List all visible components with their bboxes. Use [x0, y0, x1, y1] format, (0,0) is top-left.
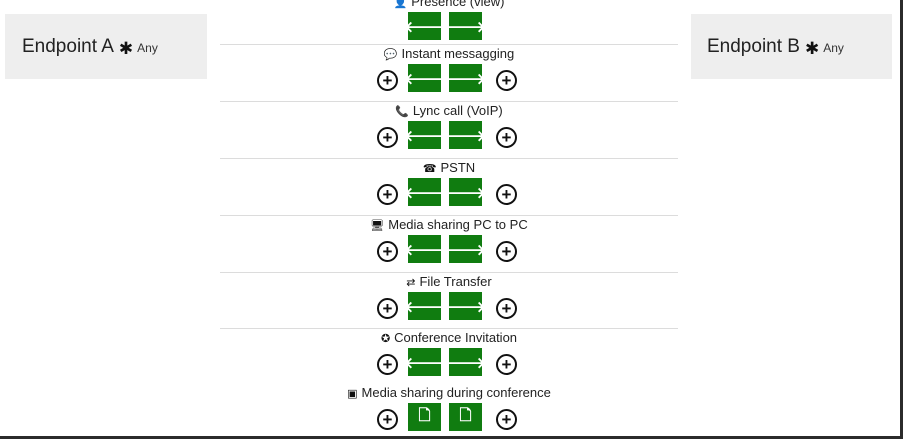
modality-title: 🖥 Media sharing PC to PC — [220, 217, 678, 232]
arrow-left-button[interactable]: 🡐 — [404, 235, 445, 263]
add-endpoint-b-icon[interactable]: + — [496, 70, 517, 91]
arrow-left-button[interactable]: 🡐 — [404, 121, 445, 149]
conference-icon: ✪ — [380, 333, 391, 345]
arrow-left-button[interactable]: 🡐 — [404, 178, 445, 206]
add-endpoint-b-icon[interactable]: + — [496, 127, 517, 148]
arrow-right-button[interactable]: 🡒 — [445, 348, 486, 376]
chat-bubble-icon: 💬 — [383, 49, 398, 61]
add-endpoint-b-icon[interactable]: + — [496, 241, 517, 262]
person-icon: 👤 — [393, 0, 408, 9]
add-endpoint-b-icon[interactable]: + — [496, 298, 517, 319]
endpoint-b-panel: Endpoint B ✱ Any — [691, 14, 892, 79]
endpoint-b-title: Endpoint B — [707, 35, 800, 57]
modality-row-instant-messagging: 💬 Instant messagging 🡐 🡒 + + — [220, 46, 678, 101]
document-right-button[interactable]: 🗋 — [449, 403, 482, 431]
add-endpoint-b-icon[interactable]: + — [496, 184, 517, 205]
modality-title: ⇄ File Transfer — [220, 274, 678, 289]
monitor-icon: 🖥 — [370, 220, 385, 232]
add-endpoint-a-icon[interactable]: + — [377, 409, 398, 430]
row-separator — [220, 101, 678, 102]
modality-label: Presence (view) — [411, 0, 505, 9]
arrow-right-button[interactable]: 🡒 — [445, 121, 486, 149]
modality-row-media-sharing-pc-to-pc: 🖥 Media sharing PC to PC 🡐 🡒 + + — [220, 217, 678, 272]
add-endpoint-b-icon[interactable]: + — [496, 409, 517, 430]
modality-label: Media sharing during conference — [361, 385, 551, 400]
add-endpoint-b-icon[interactable]: + — [496, 354, 517, 375]
modality-title: ✪ Conference Invitation — [220, 330, 678, 345]
row-separator — [220, 158, 678, 159]
add-endpoint-a-icon[interactable]: + — [377, 184, 398, 205]
modality-title: 👤 Presence (view) — [220, 0, 678, 9]
modality-label: Lync call (VoIP) — [412, 103, 503, 118]
modality-row-presence-view: 👤 Presence (view) 🡐 🡒 — [220, 0, 678, 49]
modality-title: 📞 Lync call (VoIP) — [220, 103, 678, 118]
arrow-right-button[interactable]: 🡒 — [445, 235, 486, 263]
transfer-icon: ⇄ — [406, 277, 416, 289]
modality-title: 💬 Instant messagging — [220, 46, 678, 61]
endpoint-a-panel: Endpoint A ✱ Any — [5, 14, 207, 79]
arrow-right-button[interactable]: 🡒 — [445, 292, 486, 320]
modality-row-pstn: ☎ PSTN 🡐 🡒 + + — [220, 160, 678, 215]
modality-label: Media sharing PC to PC — [388, 217, 528, 232]
add-endpoint-a-icon[interactable]: + — [377, 70, 398, 91]
modality-row-media-sharing-during-conference: ▣ Media sharing during conference 🗋 🗋 + + — [220, 385, 678, 440]
row-separator — [220, 272, 678, 273]
arrow-left-button[interactable]: 🡐 — [404, 348, 445, 376]
modality-row-lync-call-voip: 📞 Lync call (VoIP) 🡐 🡒 + + — [220, 103, 678, 158]
modality-label: Instant messagging — [401, 46, 515, 61]
arrow-right-button[interactable]: 🡒 — [445, 64, 486, 92]
add-endpoint-a-icon[interactable]: + — [377, 298, 398, 319]
asterisk-icon: ✱ — [804, 38, 820, 58]
modality-label: Conference Invitation — [394, 330, 518, 345]
arrow-left-button[interactable]: 🡐 — [404, 292, 445, 320]
arrow-right-button[interactable]: 🡒 — [445, 12, 486, 40]
endpoint-b-subtitle: Any — [823, 40, 844, 55]
phone-network-icon: ☎ — [422, 163, 437, 175]
arrow-left-button[interactable]: 🡐 — [404, 12, 445, 40]
modality-label: PSTN — [440, 160, 476, 175]
add-endpoint-a-icon[interactable]: + — [377, 241, 398, 262]
phone-icon: 📞 — [395, 106, 409, 118]
slideshow-icon: ▣ — [347, 388, 358, 400]
arrow-left-button[interactable]: 🡐 — [404, 64, 445, 92]
arrow-right-button[interactable]: 🡒 — [445, 178, 486, 206]
modality-row-file-transfer: ⇄ File Transfer 🡐 🡒 + + — [220, 274, 678, 329]
document-left-button[interactable]: 🗋 — [408, 403, 441, 431]
modality-row-conference-invitation: ✪ Conference Invitation 🡐 🡒 + + — [220, 330, 678, 385]
asterisk-icon: ✱ — [118, 38, 134, 58]
modality-title: ☎ PSTN — [220, 160, 678, 175]
modality-title: ▣ Media sharing during conference — [220, 385, 678, 400]
row-separator — [220, 215, 678, 216]
add-endpoint-a-icon[interactable]: + — [377, 354, 398, 375]
modality-label: File Transfer — [419, 274, 492, 289]
endpoint-a-subtitle: Any — [137, 40, 158, 55]
endpoint-a-title: Endpoint A — [22, 35, 114, 57]
add-endpoint-a-icon[interactable]: + — [377, 127, 398, 148]
